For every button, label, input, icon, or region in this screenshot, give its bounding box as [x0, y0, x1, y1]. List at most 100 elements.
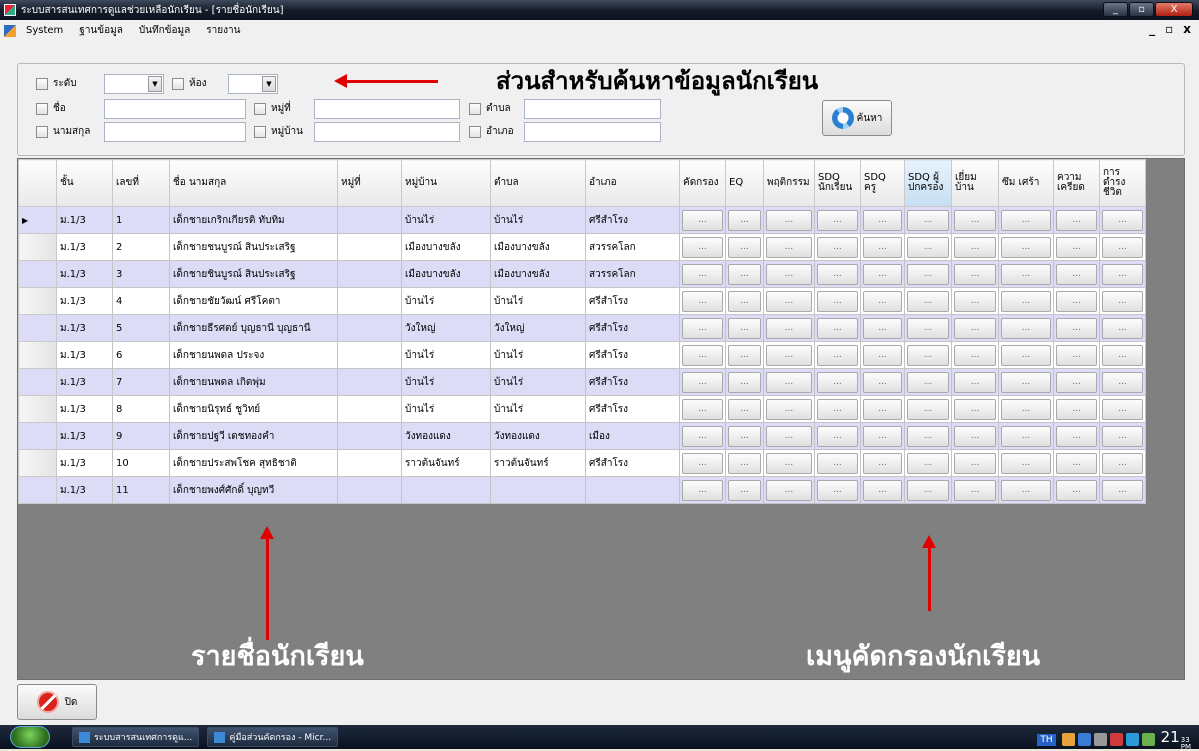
- eq-button[interactable]: ...: [728, 452, 761, 474]
- behavior-button[interactable]: ...: [766, 452, 812, 474]
- sdq-teacher-button[interactable]: ...: [863, 479, 902, 501]
- sdq-student-button[interactable]: ...: [817, 398, 858, 420]
- level-select[interactable]: ▼: [104, 74, 164, 94]
- screening-button[interactable]: ...: [682, 479, 723, 501]
- column-header[interactable]: SDQ นักเรียน: [814, 159, 861, 207]
- sdq-student-button[interactable]: ...: [817, 263, 858, 285]
- sdq-teacher-button[interactable]: ...: [863, 263, 902, 285]
- table-row[interactable]: ▶ ม.1/3 1 เด็กชายเกริกเกียรติ ทับทิม บ้านไร่…: [18, 206, 1146, 234]
- search-button[interactable]: ค้นหา: [822, 100, 892, 136]
- stress-button[interactable]: ...: [1056, 344, 1097, 366]
- sdq-student-button[interactable]: ...: [817, 425, 858, 447]
- cell-grade[interactable]: ม.1/3: [56, 233, 113, 261]
- stress-button[interactable]: ...: [1056, 290, 1097, 312]
- sdq-student-button[interactable]: ...: [817, 452, 858, 474]
- cell-name[interactable]: เด็กชายชัยวัฒน์ ศรีโคตา: [169, 287, 338, 315]
- sdq-parent-button[interactable]: ...: [907, 452, 949, 474]
- cell-grade[interactable]: ม.1/3: [56, 449, 113, 477]
- life-skills-button[interactable]: ...: [1102, 479, 1143, 501]
- cell-moo[interactable]: [337, 314, 402, 342]
- cell-village[interactable]: วังใหญ่: [401, 314, 491, 342]
- moo-filter[interactable]: หมู่ที่: [254, 101, 291, 116]
- cell-amphoe[interactable]: ศรีสำโรง: [585, 395, 680, 423]
- cell-tambon[interactable]: เมืองบางขลัง: [490, 233, 586, 261]
- column-header[interactable]: ความ เครียด: [1053, 159, 1100, 207]
- cell-no[interactable]: 5: [112, 314, 170, 342]
- bluetooth-icon[interactable]: [1125, 733, 1139, 746]
- cell-name[interactable]: เด็กชายพงศ์ศักดิ์ บุญทวี: [169, 476, 338, 504]
- tambon-checkbox[interactable]: [469, 102, 481, 115]
- chevron-down-icon[interactable]: ▼: [148, 76, 162, 92]
- start-button[interactable]: [10, 726, 50, 748]
- table-row[interactable]: ม.1/3 2 เด็กชายชนบูรณ์ สินประเสริฐ เมืองบาง…: [18, 233, 1146, 261]
- volume-icon[interactable]: [1141, 733, 1155, 746]
- home-visit-button[interactable]: ...: [954, 209, 996, 231]
- row-header[interactable]: [18, 449, 57, 477]
- room-checkbox[interactable]: [172, 77, 184, 90]
- cell-name[interactable]: เด็กชายประสพโชค สุทธิชาติ: [169, 449, 338, 477]
- sdq-student-button[interactable]: ...: [817, 236, 858, 258]
- stress-button[interactable]: ...: [1056, 452, 1097, 474]
- column-header[interactable]: คัดกรอง: [679, 159, 726, 207]
- column-header[interactable]: เลขที่: [112, 159, 170, 207]
- home-visit-button[interactable]: ...: [954, 290, 996, 312]
- table-row[interactable]: ม.1/3 8 เด็กชายนิรุทธ์ ชูวิทย์ บ้านไร่ บ้านไ…: [18, 395, 1146, 423]
- cell-village[interactable]: ราวต้นจันทร์: [401, 449, 491, 477]
- amphoe-filter[interactable]: อำเภอ: [469, 124, 514, 139]
- sdq-student-button[interactable]: ...: [817, 344, 858, 366]
- sdq-parent-button[interactable]: ...: [907, 263, 949, 285]
- row-header[interactable]: [18, 314, 57, 342]
- column-header[interactable]: เยี่ยม บ้าน: [951, 159, 999, 207]
- cell-grade[interactable]: ม.1/3: [56, 287, 113, 315]
- depression-button[interactable]: ...: [1001, 209, 1051, 231]
- village-filter[interactable]: หมู่บ้าน: [254, 124, 303, 139]
- cell-no[interactable]: 8: [112, 395, 170, 423]
- cell-moo[interactable]: [337, 368, 402, 396]
- cell-tambon[interactable]: บ้านไร่: [490, 368, 586, 396]
- sdq-teacher-button[interactable]: ...: [863, 371, 902, 393]
- table-row[interactable]: ม.1/3 7 เด็กชายนพดล เกิดพุ่ม บ้านไร่ บ้านไร่…: [18, 368, 1146, 396]
- chevron-down-icon[interactable]: ▼: [262, 76, 276, 92]
- close-button[interactable]: ปิด: [17, 684, 97, 720]
- window-titlebar[interactable]: ระบบสารสนเทศการดูแลช่วยเหลือนักเรียน - […: [0, 0, 1199, 20]
- behavior-button[interactable]: ...: [766, 209, 812, 231]
- mdi-close-button[interactable]: x: [1183, 22, 1191, 36]
- moo-input[interactable]: [314, 99, 460, 119]
- sdq-teacher-button[interactable]: ...: [863, 290, 902, 312]
- clock[interactable]: 21 33 PM: [1161, 728, 1191, 751]
- sdq-teacher-button[interactable]: ...: [863, 344, 902, 366]
- cell-moo[interactable]: [337, 449, 402, 477]
- home-visit-button[interactable]: ...: [954, 263, 996, 285]
- cell-village[interactable]: เมืองบางขลัง: [401, 233, 491, 261]
- cell-moo[interactable]: [337, 233, 402, 261]
- menu-system[interactable]: System: [26, 25, 63, 36]
- eq-button[interactable]: ...: [728, 344, 761, 366]
- cell-name[interactable]: เด็กชายชินบูรณ์ สินประเสริฐ: [169, 260, 338, 288]
- minimize-button[interactable]: _: [1103, 2, 1128, 17]
- column-header[interactable]: อำเภอ: [585, 159, 680, 207]
- column-header[interactable]: SDQ ครู: [860, 159, 905, 207]
- student-grid[interactable]: ชั้น เลขที่ ชื่อ นามสกุล หมู่ที่ หมู่บ้า…: [17, 158, 1185, 680]
- cell-no[interactable]: 10: [112, 449, 170, 477]
- column-header[interactable]: ตำบล: [490, 159, 586, 207]
- name-checkbox[interactable]: [36, 102, 48, 115]
- room-filter[interactable]: ห้อง: [172, 76, 206, 91]
- eq-button[interactable]: ...: [728, 290, 761, 312]
- home-visit-button[interactable]: ...: [954, 479, 996, 501]
- cell-moo[interactable]: [337, 341, 402, 369]
- cell-amphoe[interactable]: ศรีสำโรง: [585, 368, 680, 396]
- cell-grade[interactable]: ม.1/3: [56, 314, 113, 342]
- cell-grade[interactable]: ม.1/3: [56, 476, 113, 504]
- sdq-student-button[interactable]: ...: [817, 209, 858, 231]
- sdq-student-button[interactable]: ...: [817, 371, 858, 393]
- home-visit-button[interactable]: ...: [954, 371, 996, 393]
- column-header[interactable]: ซึม เศร้า: [998, 159, 1054, 207]
- column-header[interactable]: EQ: [725, 159, 764, 207]
- cell-name[interactable]: เด็กชายเกริกเกียรติ ทับทิม: [169, 206, 338, 234]
- cell-amphoe[interactable]: ศรีสำโรง: [585, 314, 680, 342]
- cell-village[interactable]: บ้านไร่: [401, 368, 491, 396]
- cell-village[interactable]: [401, 476, 491, 504]
- column-header[interactable]: หมู่ที่: [337, 159, 402, 207]
- table-row[interactable]: ม.1/3 5 เด็กชายธีรศตย์ บุญธานี บุญธานี วังใ…: [18, 314, 1146, 342]
- stress-button[interactable]: ...: [1056, 263, 1097, 285]
